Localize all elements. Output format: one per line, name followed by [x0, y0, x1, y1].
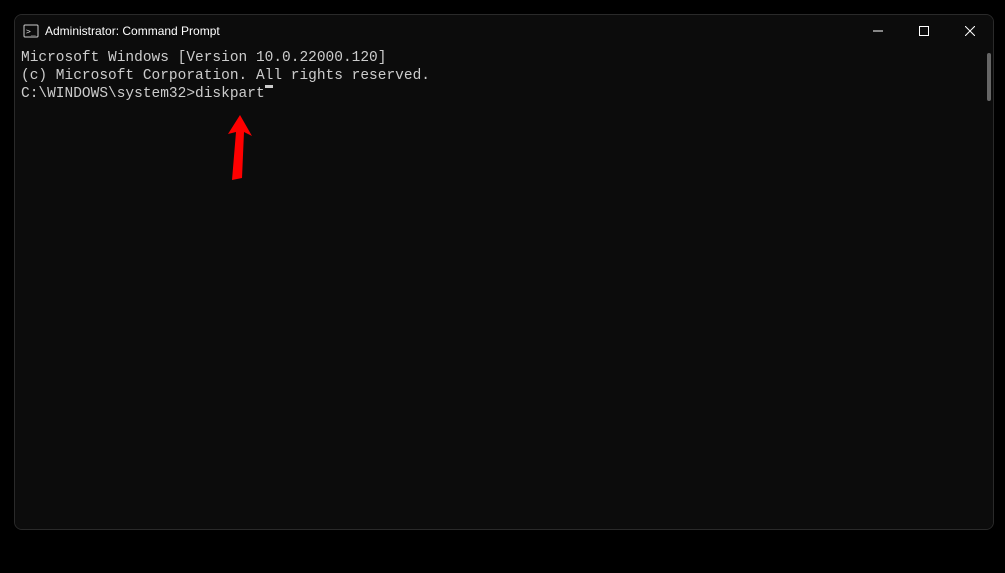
copyright-line: (c) Microsoft Corporation. All rights re…	[21, 67, 987, 85]
text-cursor	[265, 85, 273, 88]
window-title: Administrator: Command Prompt	[45, 24, 855, 38]
window-controls	[855, 15, 993, 47]
svg-text:>_: >_	[26, 27, 36, 36]
cmd-icon: >_	[23, 23, 39, 39]
minimize-icon	[873, 26, 883, 36]
version-line: Microsoft Windows [Version 10.0.22000.12…	[21, 49, 987, 67]
prompt-line: C:\WINDOWS\system32>diskpart	[21, 85, 987, 103]
minimize-button[interactable]	[855, 15, 901, 47]
terminal-output[interactable]: Microsoft Windows [Version 10.0.22000.12…	[15, 47, 993, 529]
close-icon	[965, 26, 975, 36]
maximize-icon	[919, 26, 929, 36]
close-button[interactable]	[947, 15, 993, 47]
scrollbar-thumb[interactable]	[987, 53, 991, 101]
command-prompt-window: >_ Administrator: Command Prompt	[14, 14, 994, 530]
titlebar[interactable]: >_ Administrator: Command Prompt	[15, 15, 993, 47]
prompt-path: C:\WINDOWS\system32>	[21, 85, 195, 103]
maximize-button[interactable]	[901, 15, 947, 47]
typed-command: diskpart	[195, 85, 265, 103]
